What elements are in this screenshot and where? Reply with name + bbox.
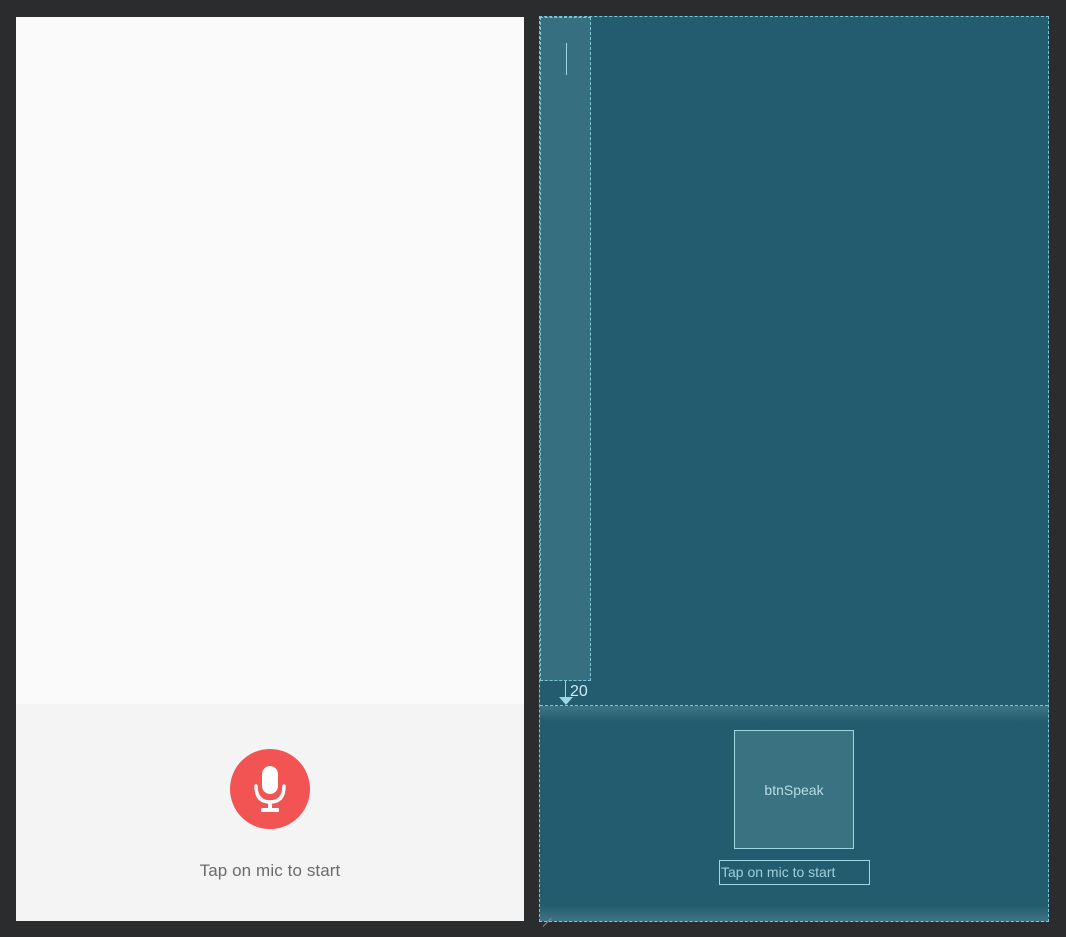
blueprint-hint-text[interactable]: Tap on mic to start [719,860,870,885]
blueprint-bottom-panel[interactable]: btnSpeak Tap on mic to start [540,705,1048,921]
blueprint-btn-speak[interactable]: btnSpeak [734,730,854,849]
panel-shadow-top [540,706,1048,722]
design-preview[interactable]: Tap on mic to start [16,17,524,921]
text-cursor [566,43,567,75]
mic-button[interactable] [230,749,310,829]
hint-text: Tap on mic to start [199,861,341,880]
bottom-panel: Tap on mic to start [16,704,524,921]
blueprint-view[interactable]: 20 btnSpeak Tap on mic to start [539,16,1049,922]
margin-label: 20 [570,683,588,700]
layout-editor-canvas: Tap on mic to start 20 btnSpeak Tap on m… [0,0,1066,937]
mic-icon [252,764,288,814]
blueprint-list-view[interactable] [540,17,591,681]
panel-shadow-bottom [540,905,1048,921]
